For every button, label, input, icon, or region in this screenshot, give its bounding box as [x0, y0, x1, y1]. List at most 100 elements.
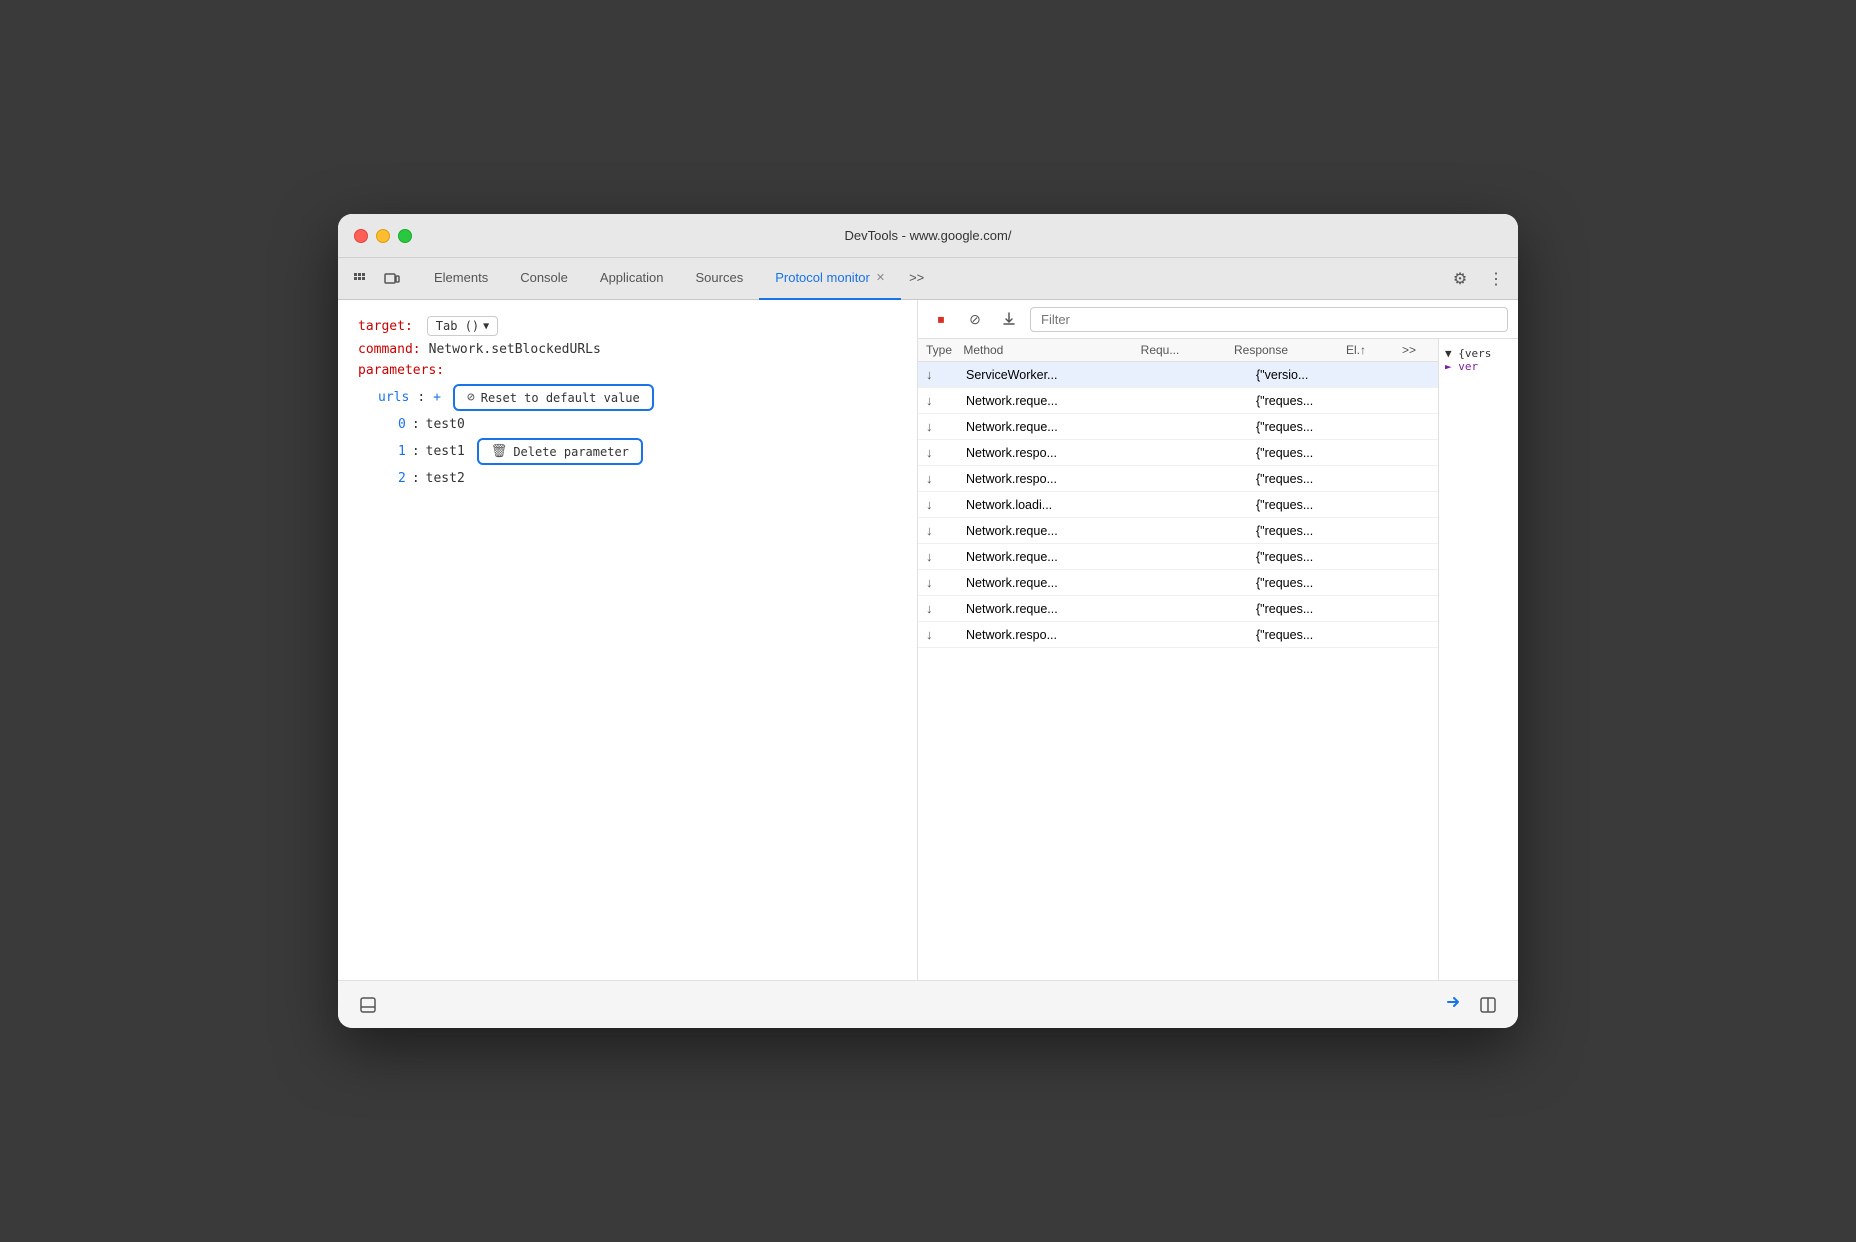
bottom-bar — [338, 980, 1518, 1028]
table-row[interactable]: ↓ Network.reque... {"reques... — [918, 518, 1438, 544]
maximize-button[interactable] — [398, 229, 412, 243]
tab-bar-right: ⚙ ⋮ — [1446, 265, 1510, 293]
plus-sign: + — [433, 390, 441, 405]
more-options-icon[interactable]: ⋮ — [1482, 265, 1510, 293]
row-10-method: Network.respo... — [966, 628, 1156, 642]
protocol-toolbar: ⏹ ⊘ — [918, 300, 1518, 339]
command-label: command: — [358, 342, 421, 357]
dropdown-arrow-icon: ▼ — [483, 321, 489, 332]
traffic-lights — [354, 229, 412, 243]
table-row[interactable]: ↓ Network.reque... {"reques... — [918, 414, 1438, 440]
clear-button[interactable]: ⊘ — [962, 306, 988, 332]
row-1-response: {"reques... — [1256, 394, 1376, 408]
bottom-right — [1444, 991, 1502, 1019]
row-5-arrow: ↓ — [926, 497, 966, 512]
tab-bar-icons — [346, 265, 406, 293]
reset-icon: ⊘ — [467, 390, 475, 405]
reset-button-container: ⊘ Reset to default value — [453, 384, 654, 411]
left-panel: target: Tab () ▼ command: Network.setBlo… — [338, 300, 918, 980]
window-title: DevTools - www.google.com/ — [845, 228, 1012, 243]
row-4-method: Network.respo... — [966, 472, 1156, 486]
row-4-arrow: ↓ — [926, 471, 966, 486]
value-1: test1 — [426, 444, 465, 459]
col-method-header: Method — [963, 343, 1140, 357]
url-item-1: 1 : test1 🗑 Delete parameter — [398, 438, 897, 465]
row-3-arrow: ↓ — [926, 445, 966, 460]
table-row[interactable]: ↓ Network.reque... {"reques... — [918, 544, 1438, 570]
stop-button[interactable]: ⏹ — [928, 306, 954, 332]
row-10-arrow: ↓ — [926, 627, 966, 642]
table-row[interactable]: ↓ Network.respo... {"reques... — [918, 466, 1438, 492]
table-row[interactable]: ↓ Network.reque... {"reques... — [918, 570, 1438, 596]
url-item-2: 2 : test2 — [398, 471, 897, 486]
row-9-response: {"reques... — [1256, 602, 1376, 616]
protocol-table-wrapper: Type Method Requ... Response El.↑ >> ↓ S… — [918, 339, 1518, 980]
value-2: test2 — [426, 471, 465, 486]
row-1-arrow: ↓ — [926, 393, 966, 408]
delete-parameter-button[interactable]: 🗑 Delete parameter — [477, 438, 643, 465]
table-row[interactable]: ↓ Network.loadi... {"reques... — [918, 492, 1438, 518]
target-dropdown[interactable]: Tab () ▼ — [427, 316, 498, 336]
row-7-method: Network.reque... — [966, 550, 1156, 564]
table-row[interactable]: ↓ Network.reque... {"reques... — [918, 596, 1438, 622]
table-row[interactable]: ↓ ServiceWorker... {"versio... — [918, 362, 1438, 388]
tab-more[interactable]: >> — [901, 258, 932, 300]
tab-console[interactable]: Console — [504, 258, 584, 300]
row-7-arrow: ↓ — [926, 549, 966, 564]
devtools-window: DevTools - www.google.com/ — [338, 214, 1518, 1028]
close-button[interactable] — [354, 229, 368, 243]
send-button[interactable] — [1444, 993, 1462, 1016]
col-type-header: Type — [926, 343, 963, 357]
panel-toggle-icon[interactable] — [1474, 991, 1502, 1019]
index-0: 0 — [398, 417, 406, 432]
reset-to-default-button[interactable]: ⊘ Reset to default value — [453, 384, 654, 411]
minimize-button[interactable] — [376, 229, 390, 243]
table-row[interactable]: ↓ Network.reque... {"reques... — [918, 388, 1438, 414]
console-drawer-icon[interactable] — [354, 991, 382, 1019]
row-8-arrow: ↓ — [926, 575, 966, 590]
command-value: Network.setBlockedURLs — [429, 342, 601, 357]
row-9-method: Network.reque... — [966, 602, 1156, 616]
urls-label: urls — [378, 390, 409, 405]
filter-input[interactable] — [1030, 307, 1508, 332]
gear-icon[interactable]: ⚙ — [1446, 265, 1474, 293]
col-response-header: Response — [1234, 343, 1346, 357]
row-8-response: {"reques... — [1256, 576, 1376, 590]
row-0-response: {"versio... — [1256, 368, 1376, 382]
tab-sources[interactable]: Sources — [680, 258, 760, 300]
json-line-1: ▼ {vers — [1445, 347, 1512, 360]
tab-elements[interactable]: Elements — [418, 258, 504, 300]
download-button[interactable] — [996, 306, 1022, 332]
table-row[interactable]: ↓ Network.respo... {"reques... — [918, 440, 1438, 466]
row-8-method: Network.reque... — [966, 576, 1156, 590]
cursor-icon[interactable] — [346, 265, 374, 293]
tab-protocol-monitor[interactable]: Protocol monitor ✕ — [759, 258, 901, 300]
col-el-header: El.↑ — [1346, 343, 1402, 357]
row-0-arrow: ↓ — [926, 367, 966, 382]
tab-application[interactable]: Application — [584, 258, 680, 300]
main-content: target: Tab () ▼ command: Network.setBlo… — [338, 300, 1518, 980]
col-requ-header: Requ... — [1141, 343, 1234, 357]
tab-bar: Elements Console Application Sources Pro… — [338, 258, 1518, 300]
table-row[interactable]: ↓ Network.respo... {"reques... — [918, 622, 1438, 648]
index-1: 1 — [398, 444, 406, 459]
table-header: Type Method Requ... Response El.↑ >> — [918, 339, 1438, 362]
row-10-response: {"reques... — [1256, 628, 1376, 642]
tab-close-icon[interactable]: ✕ — [876, 271, 885, 284]
row-7-response: {"reques... — [1256, 550, 1376, 564]
right-panel: ⏹ ⊘ Type Method Requ... Respo — [918, 300, 1518, 980]
json-line-2: ► ver — [1445, 360, 1512, 373]
index-2: 2 — [398, 471, 406, 486]
target-label: target: — [358, 319, 413, 334]
row-3-response: {"reques... — [1256, 446, 1376, 460]
device-icon[interactable] — [378, 265, 406, 293]
row-5-method: Network.loadi... — [966, 498, 1156, 512]
parameters-line: parameters: — [358, 363, 897, 378]
urls-line: urls : + ⊘ Reset to default value — [378, 384, 897, 411]
side-json-panel: ▼ {vers ► ver — [1438, 339, 1518, 980]
row-6-arrow: ↓ — [926, 523, 966, 538]
row-9-arrow: ↓ — [926, 601, 966, 616]
trash-icon: 🗑 — [491, 444, 508, 459]
col-overflow-header: >> — [1402, 343, 1430, 357]
row-0-method: ServiceWorker... — [966, 368, 1156, 382]
